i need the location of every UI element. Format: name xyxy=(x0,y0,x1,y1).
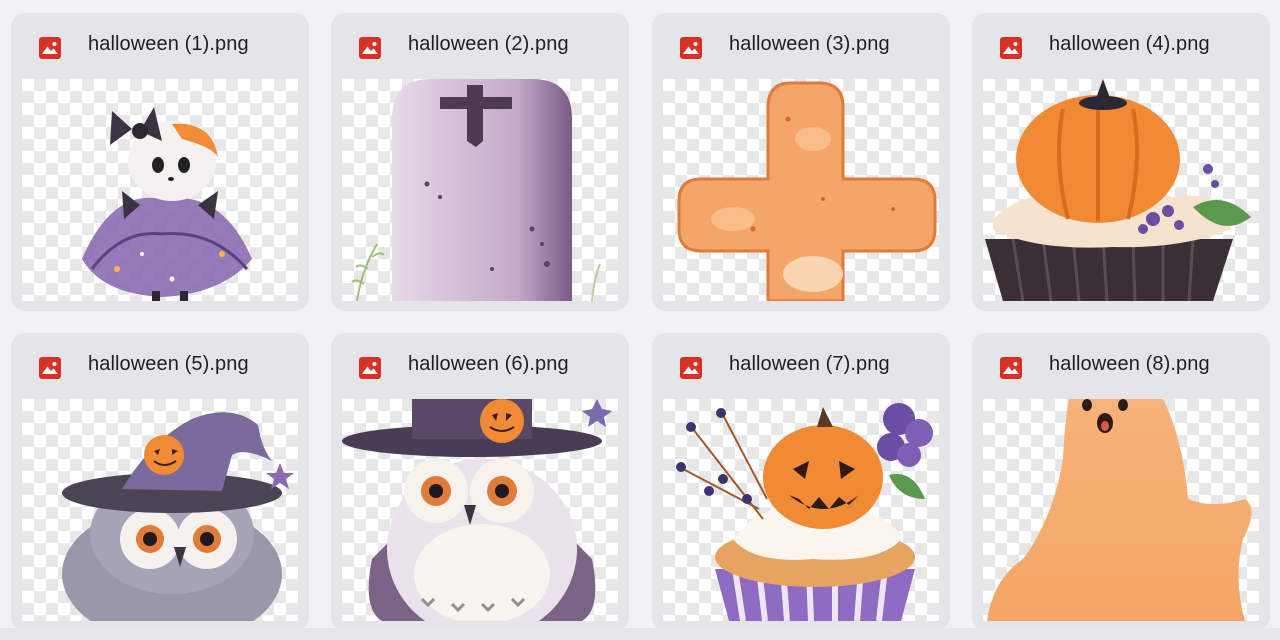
image-file-icon xyxy=(1000,37,1022,59)
file-card-header: halloween (6).png xyxy=(331,333,629,397)
file-card-header: halloween (2).png xyxy=(331,13,629,77)
file-card[interactable]: halloween (5).png xyxy=(11,333,309,631)
file-card[interactable]: halloween (8).png xyxy=(972,333,1270,631)
file-thumbnail[interactable] xyxy=(22,79,298,301)
file-card[interactable]: halloween (1).png xyxy=(11,13,309,311)
file-card-header: halloween (8).png xyxy=(972,333,1270,397)
file-thumbnail[interactable] xyxy=(22,399,298,621)
image-file-icon xyxy=(359,37,381,59)
file-name: halloween (2).png xyxy=(408,33,569,55)
file-card[interactable]: halloween (4).png xyxy=(972,13,1270,311)
file-thumbnail[interactable] xyxy=(983,399,1259,621)
file-card-header: halloween (4).png xyxy=(972,13,1270,77)
file-name: halloween (8).png xyxy=(1049,353,1210,375)
ghost-girl-in-tutu-image xyxy=(82,107,252,301)
file-name: halloween (5).png xyxy=(88,353,249,375)
tombstone-image xyxy=(351,79,601,301)
image-file-icon xyxy=(39,37,61,59)
file-card[interactable]: halloween (6).png xyxy=(331,333,629,631)
file-card-header: halloween (1).png xyxy=(11,13,309,77)
orange-ghost-image xyxy=(987,399,1252,621)
file-name: halloween (3).png xyxy=(729,33,890,55)
file-name: halloween (7).png xyxy=(729,353,890,375)
file-card[interactable]: halloween (2).png xyxy=(331,13,629,311)
orange-cross-image xyxy=(677,81,937,301)
image-file-icon xyxy=(39,357,61,379)
file-thumbnail[interactable] xyxy=(983,79,1259,301)
file-thumbnail[interactable] xyxy=(342,79,618,301)
file-card-header: halloween (5).png xyxy=(11,333,309,397)
image-file-icon xyxy=(680,357,702,379)
jack-o-lantern-cupcake-image xyxy=(676,403,933,621)
file-thumbnail[interactable] xyxy=(342,399,618,621)
file-card-header: halloween (3).png xyxy=(652,13,950,77)
white-owl-with-hat-image xyxy=(342,399,612,621)
image-file-icon xyxy=(680,37,702,59)
file-name: halloween (1).png xyxy=(88,33,249,55)
file-name: halloween (4).png xyxy=(1049,33,1210,55)
pumpkin-cupcake-image xyxy=(985,79,1251,301)
file-card[interactable]: halloween (3).png xyxy=(652,13,950,311)
owl-with-witch-hat-image xyxy=(62,412,294,621)
file-card-header: halloween (7).png xyxy=(652,333,950,397)
image-file-icon xyxy=(359,357,381,379)
file-thumbnail[interactable] xyxy=(663,79,939,301)
file-name: halloween (6).png xyxy=(408,353,569,375)
file-card[interactable]: halloween (7).png xyxy=(652,333,950,631)
file-grid: halloween (1).png halloween (2).png hall… xyxy=(0,0,1280,640)
bottom-bar xyxy=(0,628,1280,640)
file-thumbnail[interactable] xyxy=(663,399,939,621)
image-file-icon xyxy=(1000,357,1022,379)
